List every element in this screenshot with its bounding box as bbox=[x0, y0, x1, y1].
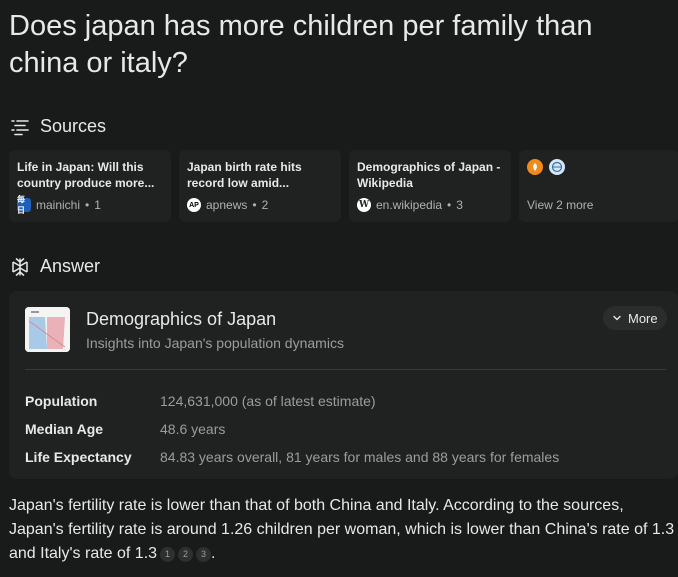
source-card-mainichi[interactable]: Life in Japan: Will this country produce… bbox=[9, 150, 171, 222]
answer-body: Japan's fertility rate is lower than tha… bbox=[9, 497, 675, 562]
source-title: Life in Japan: Will this country produce… bbox=[17, 160, 155, 190]
facts-list: Population 124,631,000 (as of latest est… bbox=[25, 387, 559, 471]
source-separator: • bbox=[85, 198, 90, 212]
view-more-label: View 2 more bbox=[527, 198, 594, 212]
source-title: Japan birth rate hits record low amid... bbox=[187, 160, 302, 190]
fact-label: Life Expectancy bbox=[25, 449, 132, 465]
answer-heading: Answer bbox=[40, 256, 101, 276]
fact-label: Population bbox=[25, 393, 98, 409]
source-meta: AP apnews • 2 bbox=[187, 198, 268, 212]
answer-end: . bbox=[211, 545, 216, 562]
answer-header: Answer bbox=[10, 256, 100, 277]
wikipedia-favicon: W bbox=[357, 198, 371, 212]
sources-icon bbox=[10, 117, 30, 137]
knowledge-card: Demographics of Japan Insights into Japa… bbox=[9, 291, 678, 479]
population-chart-thumbnail bbox=[25, 307, 70, 352]
card-title: Demographics of Japan bbox=[86, 309, 277, 329]
more-label: More bbox=[628, 310, 658, 326]
fact-value: 124,631,000 (as of latest estimate) bbox=[160, 393, 376, 409]
source-index: 2 bbox=[261, 198, 269, 212]
more-button[interactable]: More bbox=[603, 306, 667, 330]
answer-icon bbox=[10, 257, 30, 277]
card-subtitle: Insights into Japan's population dynamic… bbox=[86, 335, 344, 351]
sources-header: Sources bbox=[10, 116, 106, 137]
source-index: 1 bbox=[94, 198, 101, 212]
source-separator: • bbox=[252, 198, 257, 212]
source-site: en.wikipedia bbox=[376, 198, 443, 212]
fact-row-median-age: Median Age 48.6 years bbox=[25, 415, 559, 443]
source-card-apnews[interactable]: Japan birth rate hits record low amid...… bbox=[179, 150, 341, 222]
fact-value: 84.83 years overall, 81 years for males … bbox=[160, 449, 560, 465]
mainichi-favicon: 毎日 bbox=[17, 195, 31, 215]
citation-2[interactable]: 2 bbox=[178, 546, 194, 562]
fact-value: 48.6 years bbox=[160, 421, 226, 437]
ap-favicon: AP bbox=[187, 198, 201, 212]
chevron-down-icon bbox=[612, 311, 622, 326]
question-title: Does japan has more children per family … bbox=[9, 10, 593, 79]
source-site: mainichi bbox=[36, 198, 81, 212]
source-meta: 毎日 mainichi • 1 bbox=[17, 195, 101, 215]
view-more-sources-button[interactable]: View 2 more bbox=[519, 150, 678, 222]
answer-text: Japan's fertility rate is lower than tha… bbox=[9, 494, 678, 566]
citation-3[interactable]: 3 bbox=[196, 546, 212, 562]
citation-1[interactable]: 1 bbox=[160, 546, 176, 562]
source-site: apnews bbox=[206, 198, 248, 212]
fact-label: Median Age bbox=[25, 421, 104, 437]
source-favicon-icon bbox=[549, 159, 565, 175]
source-title: Demographics of Japan - Wikipedia bbox=[357, 160, 501, 190]
source-meta: W en.wikipedia • 3 bbox=[357, 198, 463, 212]
source-card-wikipedia[interactable]: Demographics of Japan - Wikipedia W en.w… bbox=[349, 150, 511, 222]
sources-list: Life in Japan: Will this country produce… bbox=[9, 150, 678, 222]
source-favicon-icon bbox=[527, 159, 543, 175]
fact-row-population: Population 124,631,000 (as of latest est… bbox=[25, 387, 559, 415]
fact-row-life-expectancy: Life Expectancy 84.83 years overall, 81 … bbox=[25, 443, 559, 471]
source-index: 3 bbox=[456, 198, 463, 212]
sources-heading: Sources bbox=[40, 116, 107, 136]
card-divider bbox=[25, 369, 666, 370]
more-sources-favicons bbox=[527, 159, 671, 175]
source-separator: • bbox=[447, 198, 452, 212]
